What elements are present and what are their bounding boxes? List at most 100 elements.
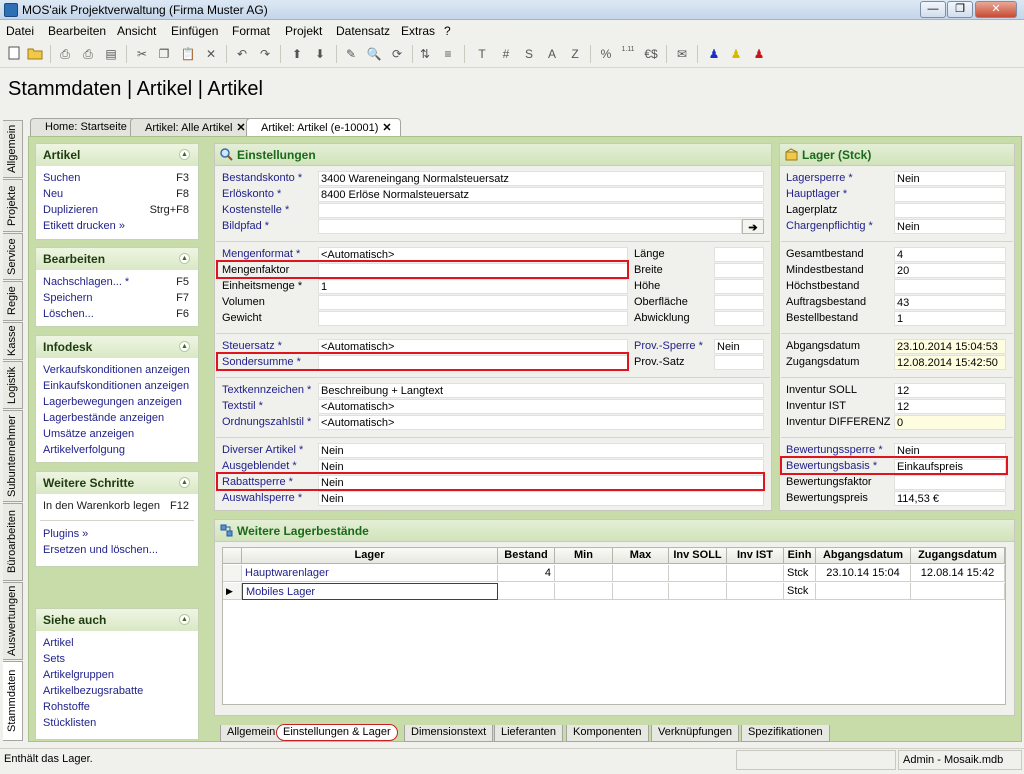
user-yellow-icon[interactable]: ♟ [728,46,744,62]
close-button[interactable]: ✕ [975,1,1017,18]
tab-artikel-e10001[interactable]: Artikel: Artikel (e-10001) ✕ [246,118,401,136]
open-folder-icon[interactable] [27,46,43,62]
vtab-projekte[interactable]: Projekte [3,179,23,232]
table-cell-inv-soll[interactable] [669,583,727,600]
vtab-subunternehmer[interactable]: Subunternehmer [3,410,23,502]
tab-verknuepfungen[interactable]: Verknüpfungen [651,725,740,742]
table-cell-inv-ist[interactable] [727,565,784,582]
table-cell-bestand[interactable]: 4 [498,565,555,582]
print-preview-icon[interactable]: ⎙ [57,46,73,62]
bewertungssperre-label[interactable]: Bewertungssperre * [786,444,883,456]
bewertungsfaktor-field[interactable] [894,475,1006,490]
table-cell-zugangsdatum[interactable]: 12.08.14 15:42 [911,565,1005,582]
link-artikel[interactable]: Artikel [43,637,74,649]
column-header-abgangsdatum[interactable]: Abgangsdatum [816,548,911,564]
undo-icon[interactable]: ↶ [234,46,250,62]
app-icon[interactable] [4,3,18,17]
hauptlager-label[interactable]: Hauptlager * [786,188,847,200]
new-icon[interactable] [6,46,22,62]
arrow-down-icon[interactable]: ⬇ [312,46,328,62]
lagersperre-label[interactable]: Lagersperre * [786,172,853,184]
auswahlsperre-label[interactable]: Auswahlsperre * [222,492,302,504]
table-cell-abgangsdatum[interactable]: 23.10.14 15:04 [816,565,911,582]
arrow-up-icon[interactable]: ⬆ [289,46,305,62]
number-format-icon[interactable]: # [498,46,514,62]
bewertungspreis-field[interactable]: 114,53 € [894,491,1006,506]
textstil-field[interactable]: <Automatisch> [318,399,764,414]
tab-alle-artikel[interactable]: Artikel: Alle Artikel ✕ [130,118,255,136]
menu-einfuegen[interactable]: Einfügen [171,24,218,38]
tab-einstellungen-lager[interactable]: Einstellungen & Lager [276,724,398,741]
gewicht-field[interactable] [318,311,628,326]
textkennzeichen-label[interactable]: Textkennzeichen * [222,384,311,396]
collapse-icon[interactable]: ▲ [179,341,190,352]
volumen-field[interactable] [318,295,628,310]
menu-help[interactable]: ? [444,24,451,38]
lagerplatz-field[interactable] [894,203,1006,218]
table-cell-max[interactable] [613,565,669,582]
menu-projekt[interactable]: Projekt [285,24,322,38]
current-row-arrow-icon[interactable]: ▶ [223,583,242,600]
section-header[interactable]: Artikel ▲ [36,144,198,166]
column-header-inv-soll[interactable]: Inv SOLL [669,548,727,564]
section-header[interactable]: Infodesk ▲ [36,336,198,358]
tab-lieferanten[interactable]: Lieferanten [494,725,564,742]
bildpfad-label[interactable]: Bildpfad * [222,220,269,232]
menu-extras[interactable]: Extras [401,24,435,38]
menu-datensatz[interactable]: Datensatz [336,24,390,38]
tab-spezifikationen[interactable]: Spezifikationen [741,725,830,742]
action-suchen[interactable]: Suchen [43,172,80,184]
inventur-ist-field[interactable]: 12 [894,399,1006,414]
diverser-artikel-label[interactable]: Diverser Artikel * [222,444,303,456]
collapse-icon[interactable]: ▲ [179,477,190,488]
minimize-button[interactable]: — [920,1,946,18]
user-blue-icon[interactable]: ♟ [706,46,722,62]
z-format-icon[interactable]: Z [567,46,583,62]
bestellbestand-field[interactable]: 1 [894,311,1006,326]
collapse-icon[interactable]: ▲ [179,614,190,625]
einheitsmenge-field[interactable]: 1 [318,279,628,294]
menu-bearbeiten[interactable]: Bearbeiten [48,24,106,38]
section-header[interactable]: Bearbeiten ▲ [36,248,198,270]
menu-ansicht[interactable]: Ansicht [117,24,156,38]
print-icon[interactable]: ⎙ [80,46,96,62]
paste-icon[interactable]: 📋 [180,46,196,62]
bestandskonto-field[interactable]: 3400 Wareneingang Normalsteuersatz [318,171,764,186]
refresh-icon[interactable]: ⟳ [389,46,405,62]
mindestbestand-field[interactable]: 20 [894,263,1006,278]
user-red-icon[interactable]: ♟ [751,46,767,62]
currency-format-icon[interactable]: €$ [643,46,659,62]
action-verkaufskonditionen[interactable]: Verkaufskonditionen anzeigen [43,364,190,376]
table-cell-einh[interactable]: Stck [784,583,816,600]
sum-format-icon[interactable]: S [521,46,537,62]
link-stuecklisten[interactable]: Stücklisten [43,717,96,729]
delete-icon[interactable]: ✕ [203,46,219,62]
link-artikelbezugsrabatte[interactable]: Artikelbezugsrabatte [43,685,143,697]
table-cell-inv-soll[interactable] [669,565,727,582]
table-cell-bestand[interactable] [498,583,555,600]
action-ersetzen-loeschen[interactable]: Ersetzen und löschen... [43,544,158,556]
hauptlager-field[interactable] [894,187,1006,202]
menu-format[interactable]: Format [232,24,270,38]
vtab-bueroarbeiten[interactable]: Büroarbeiten [3,503,23,581]
table-cell-inv-ist[interactable] [727,583,784,600]
collapse-icon[interactable]: ▲ [179,253,190,264]
cut-icon[interactable]: ✂ [134,46,150,62]
action-lagerbestaende[interactable]: Lagerbestände anzeigen [43,412,164,424]
redo-icon[interactable]: ↷ [257,46,273,62]
textkennzeichen-field[interactable]: Beschreibung + Langtext [318,383,764,398]
column-header-inv-ist[interactable]: Inv IST [727,548,784,564]
close-tab-icon[interactable]: ✕ [382,122,391,134]
ordnungszahlstil-field[interactable]: <Automatisch> [318,415,764,430]
provsperre-field[interactable]: Nein [714,339,764,354]
table-cell-lager[interactable]: Hauptwarenlager [242,565,498,582]
kostenstelle-field[interactable] [318,203,764,218]
column-header-max[interactable]: Max [613,548,669,564]
vtab-auswertungen[interactable]: Auswertungen [3,582,23,660]
vtab-allgemein[interactable]: Allgemein [3,120,23,178]
find-icon[interactable]: 🔍 [366,46,382,62]
table-cell-max[interactable] [613,583,669,600]
action-etikett-drucken[interactable]: Etikett drucken » [43,220,125,232]
bildpfad-browse-button[interactable]: ➔ [742,219,764,234]
collapse-icon[interactable]: ▲ [179,149,190,160]
